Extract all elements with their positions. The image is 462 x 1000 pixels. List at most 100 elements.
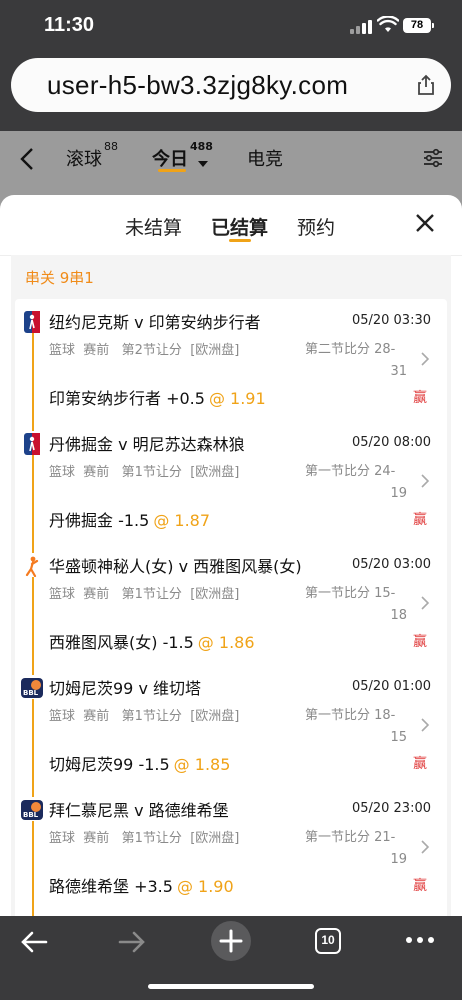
pick-label: 丹佛掘金 -1.5 <box>49 511 150 530</box>
nba-icon <box>24 311 40 333</box>
score-label: 第一节比分 21- <box>305 830 396 845</box>
match-name: 华盛顿神秘人(女) v 西雅图风暴(女) <box>49 557 302 576</box>
status-bar: 11:30 78 <box>0 0 462 50</box>
match-time: 05/20 08:00 <box>351 435 431 450</box>
more-options-icon[interactable] <box>405 936 435 944</box>
odds-value: @ 1.90 <box>176 877 234 896</box>
top-nav: 滚球88 今日488 电竞 <box>0 131 462 191</box>
score-info: 第一节比分 21- 19 <box>305 827 407 871</box>
bet-pick: 切姆尼茨99 -1.5 @ 1.85 <box>49 751 230 775</box>
score-value: 31 <box>390 364 407 379</box>
tab-live-count: 88 <box>104 140 118 153</box>
bet-pick: 印第安纳步行者 +0.5 @ 1.91 <box>49 385 266 409</box>
pick-label: 路德维希堡 +3.5 <box>49 877 173 896</box>
chevron-right-icon[interactable] <box>420 351 430 367</box>
bet-pick: 西雅图风暴(女) -1.5 @ 1.86 <box>49 629 255 653</box>
active-tab-indicator <box>158 169 186 172</box>
result-badge: 赢 <box>413 634 427 650</box>
tab-today-label: 今日 <box>152 149 188 170</box>
bet-pick: 丹佛掘金 -1.5 @ 1.87 <box>49 507 210 531</box>
back-chevron-icon[interactable] <box>14 145 42 173</box>
bbl-icon: BBL <box>21 800 43 820</box>
score-label: 第一节比分 18- <box>305 708 396 723</box>
result-badge: 赢 <box>413 390 427 406</box>
timeline-line <box>32 333 34 431</box>
bet-pick: 路德维希堡 +3.5 @ 1.90 <box>49 873 234 897</box>
back-arrow-icon[interactable] <box>20 930 48 954</box>
bet-status-tabs: 未结算 已结算 预约 <box>0 195 462 256</box>
timeline-line <box>32 699 34 797</box>
tab-reserved[interactable]: 预约 <box>297 213 335 240</box>
battery-icon: 78 <box>403 18 434 33</box>
score-label: 第二节比分 28- <box>305 342 396 357</box>
tab-live[interactable]: 滚球88 <box>66 140 118 171</box>
score-label: 第一节比分 15- <box>305 586 396 601</box>
tab-esports-label: 电竞 <box>247 149 283 170</box>
score-value: 18 <box>390 608 407 623</box>
wnba-icon <box>25 556 39 577</box>
tab-esports[interactable]: 电竞 <box>247 145 283 171</box>
match-time: 05/20 23:00 <box>351 801 431 816</box>
odds-value: @ 1.91 <box>208 389 266 408</box>
url-text[interactable]: user-h5-bw3.3zjg8ky.com <box>47 70 348 101</box>
signal-icon <box>350 18 372 34</box>
bet-row[interactable]: 华盛顿神秘人(女) v 西雅图风暴(女) 05/20 03:00 篮球 赛前 第… <box>15 553 447 675</box>
bet-row[interactable]: BBL 拜仁慕尼黑 v 路德维希堡 05/20 23:00 篮球 赛前 第1节让… <box>15 797 447 916</box>
bet-list: 纽约尼克斯 v 印第安纳步行者 05/20 03:30 篮球 赛前 第2节让分 … <box>15 299 447 916</box>
tabs-count-icon[interactable]: 10 <box>315 928 341 954</box>
parlay-label: 串关 9串1 <box>25 269 94 287</box>
score-info: 第一节比分 15- 18 <box>305 583 407 627</box>
bet-meta: 篮球 赛前 第1节让分 [欧洲盘] <box>49 465 240 480</box>
score-info: 第一节比分 18- 15 <box>305 705 407 749</box>
close-icon[interactable] <box>414 212 436 234</box>
wifi-icon <box>377 16 399 32</box>
home-indicator <box>148 984 314 989</box>
nba-icon <box>24 433 40 455</box>
bet-row[interactable]: 丹佛掘金 v 明尼苏达森林狼 05/20 08:00 篮球 赛前 第1节让分 [… <box>15 431 447 553</box>
result-badge: 赢 <box>413 512 427 528</box>
pick-label: 切姆尼茨99 -1.5 <box>49 755 170 774</box>
tab-live-label: 滚球 <box>66 149 102 170</box>
bet-meta: 篮球 赛前 第2节让分 [欧洲盘] <box>49 343 240 358</box>
chevron-right-icon[interactable] <box>420 473 430 489</box>
tab-unsettled[interactable]: 未结算 <box>125 213 182 240</box>
chevron-down-icon[interactable] <box>198 161 208 167</box>
app-content: 滚球88 今日488 电竞 未结算 已结算 预约 串关 9串1 纽约尼克斯 v … <box>0 131 462 916</box>
bet-meta: 篮球 赛前 第1节让分 [欧洲盘] <box>49 831 240 846</box>
bet-row[interactable]: 纽约尼克斯 v 印第安纳步行者 05/20 03:30 篮球 赛前 第2节让分 … <box>15 309 447 431</box>
timeline-line <box>32 821 34 916</box>
bet-meta: 篮球 赛前 第1节让分 [欧洲盘] <box>49 587 240 602</box>
share-icon[interactable] <box>416 74 436 96</box>
tab-today[interactable]: 今日488 <box>152 140 213 171</box>
odds-value: @ 1.85 <box>173 755 231 774</box>
bet-record-sheet: 未结算 已结算 预约 串关 9串1 纽约尼克斯 v 印第安纳步行者 05/20 … <box>0 195 462 916</box>
score-value: 19 <box>390 486 407 501</box>
result-badge: 赢 <box>413 756 427 772</box>
svg-text:BBL: BBL <box>23 811 39 819</box>
tab-today-count: 488 <box>190 140 213 153</box>
parlay-card: 串关 9串1 纽约尼克斯 v 印第安纳步行者 05/20 03:30 篮球 赛前… <box>11 255 451 916</box>
address-bar[interactable]: user-h5-bw3.3zjg8ky.com <box>11 58 451 112</box>
pick-label: 西雅图风暴(女) -1.5 <box>49 633 194 652</box>
settled-tab-indicator <box>229 239 251 242</box>
timeline-line <box>32 577 34 675</box>
match-time: 05/20 03:30 <box>351 313 431 328</box>
odds-value: @ 1.87 <box>153 511 211 530</box>
tab-settled[interactable]: 已结算 <box>211 213 268 240</box>
score-info: 第二节比分 28- 31 <box>305 339 407 383</box>
pick-label: 印第安纳步行者 +0.5 <box>49 389 205 408</box>
chevron-right-icon[interactable] <box>420 595 430 611</box>
score-value: 15 <box>390 730 407 745</box>
chevron-right-icon[interactable] <box>420 839 430 855</box>
match-name: 丹佛掘金 v 明尼苏达森林狼 <box>49 435 245 454</box>
score-info: 第一节比分 24- 19 <box>305 461 407 505</box>
status-time: 11:30 <box>44 14 95 36</box>
filter-icon[interactable] <box>422 147 444 169</box>
chevron-right-icon[interactable] <box>420 717 430 733</box>
match-time: 05/20 03:00 <box>351 557 431 572</box>
forward-arrow-icon[interactable] <box>118 930 146 954</box>
bet-row[interactable]: BBL 切姆尼茨99 v 维切塔 05/20 01:00 篮球 赛前 第1节让分… <box>15 675 447 797</box>
new-tab-plus-icon[interactable] <box>210 920 252 962</box>
match-time: 05/20 01:00 <box>351 679 431 694</box>
score-value: 19 <box>390 852 407 867</box>
